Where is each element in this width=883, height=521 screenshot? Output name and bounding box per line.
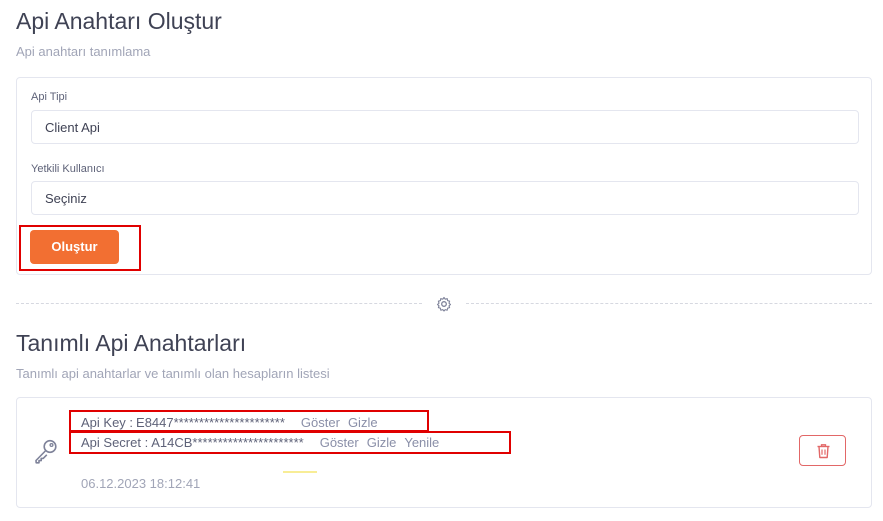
api-type-label: Api Tipi bbox=[31, 91, 68, 103]
api-key-highlight bbox=[69, 410, 429, 432]
create-button-highlight bbox=[19, 225, 141, 271]
section-subtitle: Tanımlı api anahtarlar ve tanımlı olan h… bbox=[16, 366, 330, 381]
authorized-user-select[interactable]: Seçiniz bbox=[31, 181, 859, 215]
key-icon bbox=[35, 439, 57, 464]
page-title: Api Anahtarı Oluştur bbox=[16, 8, 222, 34]
page-subtitle: Api anahtarı tanımlama bbox=[16, 44, 151, 59]
text-selection-mark bbox=[283, 471, 317, 473]
api-type-select[interactable]: Client Api bbox=[31, 110, 859, 144]
created-date: 06.12.2023 18:12:41 bbox=[81, 476, 201, 491]
section-title: Tanımlı Api Anahtarları bbox=[16, 330, 247, 356]
gear-icon bbox=[436, 296, 452, 312]
divider-left bbox=[16, 303, 422, 304]
authorized-user-label: Yetkili Kullanıcı bbox=[31, 163, 105, 175]
divider-right bbox=[466, 303, 872, 304]
delete-button[interactable] bbox=[799, 435, 846, 466]
api-secret-highlight bbox=[69, 431, 511, 454]
trash-icon bbox=[817, 444, 830, 459]
create-api-key-card: Api Tipi Client Api Yetkili Kullanıcı Se… bbox=[16, 77, 872, 275]
